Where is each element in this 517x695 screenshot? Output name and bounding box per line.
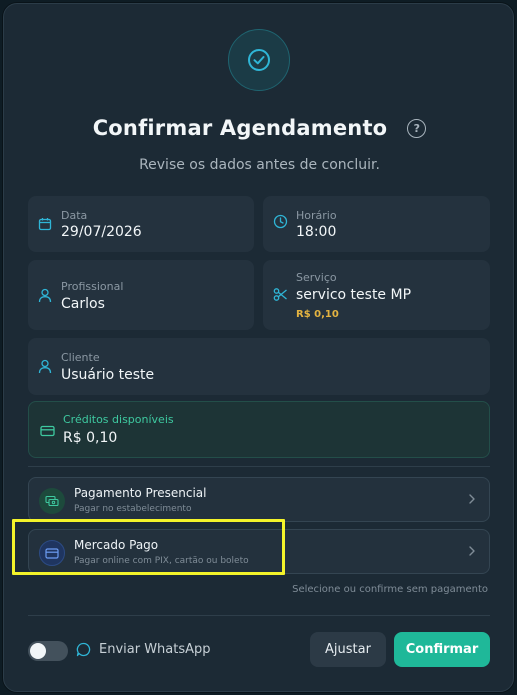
date-card: Data 29/07/2026 [28, 196, 254, 252]
service-label: Serviço [296, 271, 337, 284]
payment-option-title: Mercado Pago [74, 538, 159, 552]
payment-option-subtitle: Pagar no estabelecimento [74, 504, 192, 514]
calendar-icon [38, 216, 52, 235]
service-card: Serviço servico teste MP R$ 0,10 [263, 260, 490, 330]
professional-label: Profissional [61, 280, 124, 293]
user-icon [38, 359, 52, 378]
credit-card-icon [39, 540, 65, 566]
time-card: Horário 18:00 [263, 196, 490, 252]
professional-value: Carlos [61, 296, 105, 312]
credits-label: Créditos disponíveis [63, 413, 174, 426]
whatsapp-icon [76, 642, 91, 661]
payment-option-mercado-pago[interactable]: Mercado Pago Pagar online com PIX, cartã… [28, 529, 490, 574]
payment-option-in-person[interactable]: Pagamento Presencial Pagar no estabeleci… [28, 477, 490, 522]
time-label: Horário [296, 209, 337, 222]
page-title: Confirmar Agendamento [92, 116, 388, 140]
divider [28, 466, 490, 467]
time-value: 18:00 [296, 224, 337, 240]
chevron-right-icon [467, 543, 477, 562]
toggle-knob [30, 643, 46, 659]
date-value: 29/07/2026 [61, 224, 142, 240]
client-value: Usuário teste [61, 367, 155, 383]
scissors-icon [273, 287, 288, 306]
cash-icon [39, 488, 65, 514]
client-label: Cliente [61, 351, 100, 364]
payment-option-subtitle: Pagar online com PIX, cartão ou boleto [74, 556, 249, 566]
confirm-button[interactable]: Confirmar [394, 632, 490, 667]
credits-card: Créditos disponíveis R$ 0,10 [28, 401, 490, 458]
chevron-right-icon [467, 491, 477, 510]
whatsapp-toggle[interactable] [28, 641, 68, 661]
user-icon [38, 288, 52, 307]
confirm-appointment-modal: Confirmar Agendamento ? Revise os dados … [3, 3, 514, 692]
check-circle-icon [228, 29, 290, 91]
date-label: Data [61, 209, 88, 222]
page-subtitle: Revise os dados antes de concluir. [139, 157, 380, 173]
divider [28, 615, 490, 616]
payment-note: Selecione ou confirme sem pagamento [292, 584, 488, 595]
credit-card-icon [40, 422, 55, 441]
service-price: R$ 0,10 [296, 309, 339, 320]
service-value: servico teste MP [296, 287, 412, 303]
professional-card: Profissional Carlos [28, 260, 254, 330]
adjust-button[interactable]: Ajustar [310, 632, 386, 667]
credits-value: R$ 0,10 [63, 430, 118, 446]
help-icon[interactable]: ? [407, 118, 427, 138]
payment-option-title: Pagamento Presencial [74, 486, 207, 500]
clock-icon [273, 214, 288, 233]
whatsapp-label: Enviar WhatsApp [99, 642, 211, 657]
client-card: Cliente Usuário teste [28, 338, 490, 395]
